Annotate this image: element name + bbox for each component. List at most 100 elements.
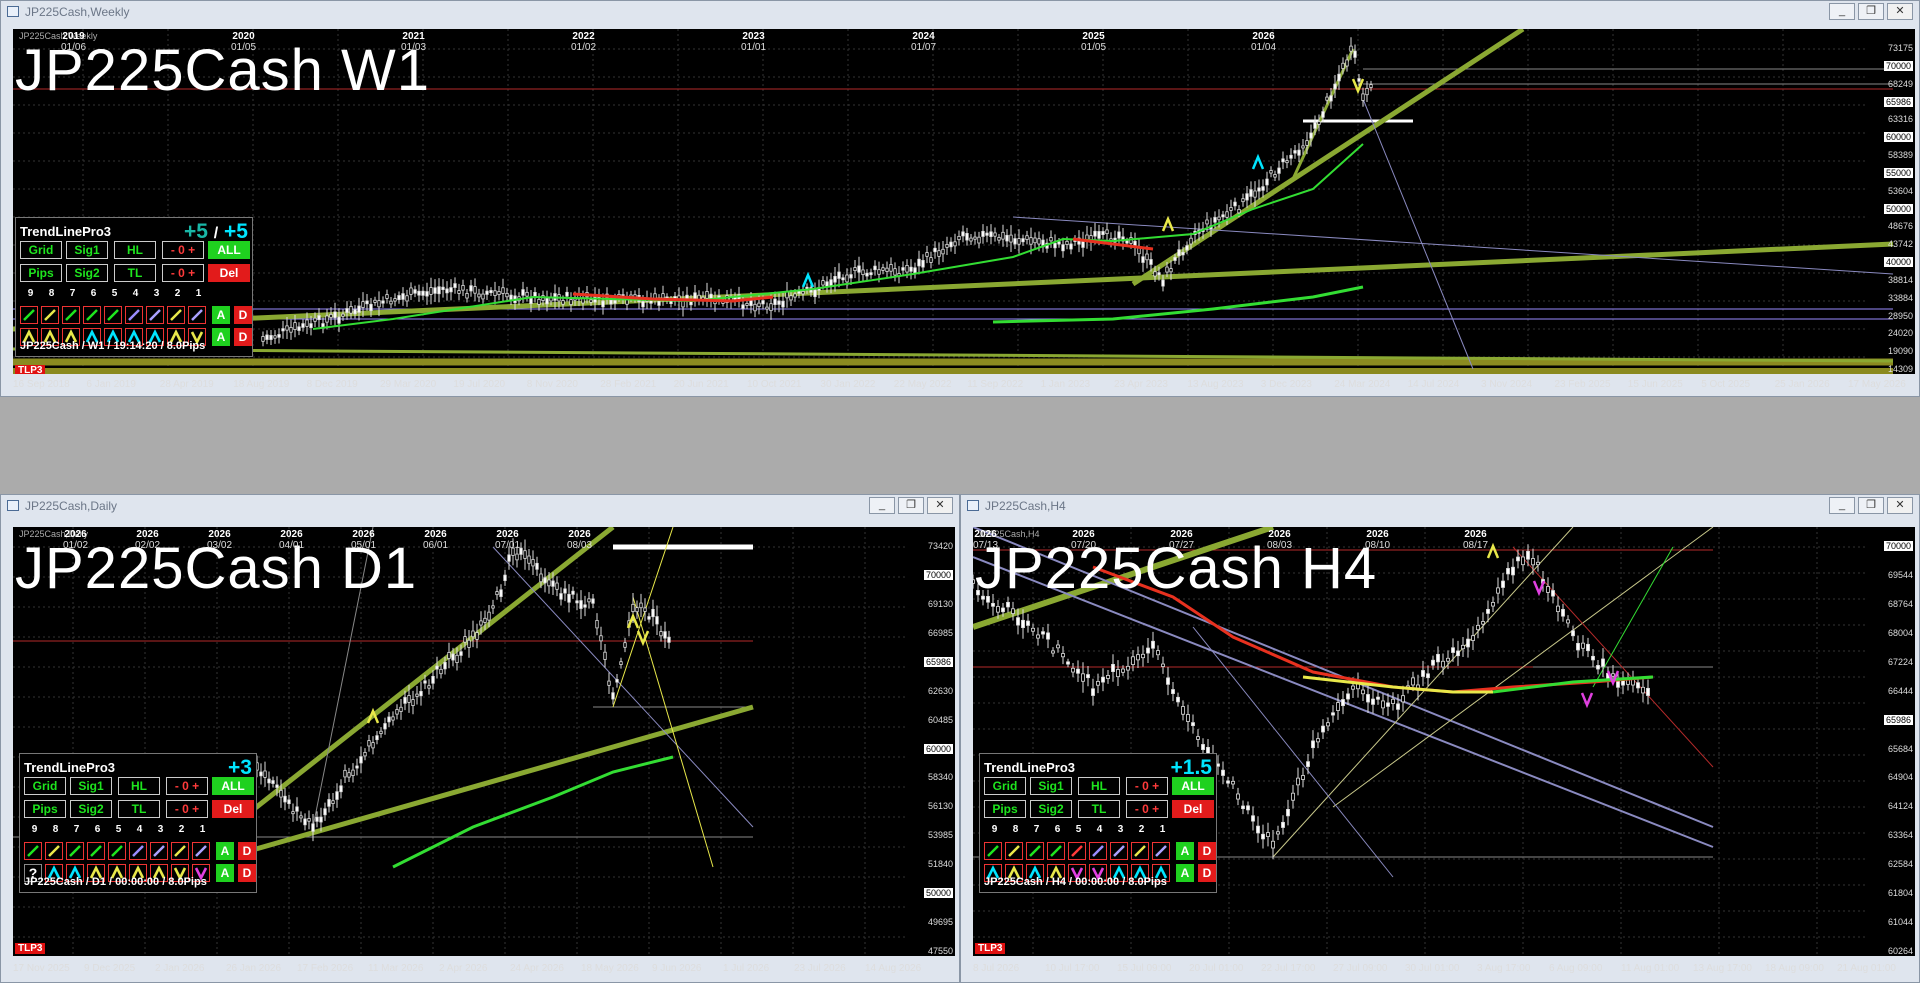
grid-button[interactable]: Grid bbox=[984, 777, 1026, 795]
minimize-button[interactable]: _ bbox=[869, 497, 895, 514]
candle-body bbox=[1351, 685, 1355, 690]
candle-body bbox=[1011, 608, 1015, 614]
trendline-slot-icon[interactable] bbox=[1110, 842, 1128, 860]
title-bar[interactable]: JP225Cash,Weekly _ ❐ ✕ bbox=[1, 1, 1919, 23]
restore-button[interactable]: ❐ bbox=[1858, 497, 1884, 514]
sig2-button[interactable]: Sig2 bbox=[1030, 800, 1072, 818]
apply-button[interactable]: A bbox=[216, 842, 234, 860]
trendline-slot-icon[interactable] bbox=[24, 842, 42, 860]
pips-button[interactable]: Pips bbox=[24, 800, 66, 818]
price-chart-h4[interactable]: JP225Cash,H4 JP225Cash H4 2026 07/13 2026 0… bbox=[973, 527, 1915, 956]
trendline-slot-icon[interactable] bbox=[1131, 842, 1149, 860]
del-button[interactable]: Del bbox=[1172, 800, 1214, 818]
daily-chart-window[interactable]: JP225Cash,Daily _ ❐ ✕ JP225Cash,Daily JP… bbox=[0, 494, 960, 983]
close-button[interactable]: ✕ bbox=[927, 497, 953, 514]
slot-numbers: 9 8 7 6 5 4 3 2 1 bbox=[24, 824, 214, 836]
grid-button[interactable]: Grid bbox=[20, 241, 62, 259]
zero-stepper-2[interactable]: - 0 + bbox=[1126, 800, 1168, 818]
trendline-slot-icon[interactable] bbox=[62, 306, 80, 324]
trendline-slot-icon[interactable] bbox=[87, 842, 105, 860]
tl-button[interactable]: TL bbox=[114, 264, 156, 282]
trendline-slot-icon[interactable] bbox=[104, 306, 122, 324]
sig1-button[interactable]: Sig1 bbox=[1030, 777, 1072, 795]
trendline-slot-icon[interactable] bbox=[1152, 842, 1170, 860]
del-button[interactable]: Del bbox=[212, 800, 254, 818]
weekly-chart-window[interactable]: JP225Cash,Weekly _ ❐ ✕ JP225Cash,Weekly … bbox=[0, 0, 1920, 397]
tl-button[interactable]: TL bbox=[1078, 800, 1120, 818]
trendline-slot-icon[interactable] bbox=[125, 306, 143, 324]
trendline-slot-icon[interactable] bbox=[1089, 842, 1107, 860]
minimize-button[interactable]: _ bbox=[1829, 497, 1855, 514]
candle-body bbox=[357, 305, 361, 313]
trendline-slot-icon[interactable] bbox=[45, 842, 63, 860]
trendline-slot-icon[interactable] bbox=[1068, 842, 1086, 860]
trendline-slot-icon[interactable] bbox=[171, 842, 189, 860]
candle-body bbox=[1271, 840, 1275, 849]
apply-button[interactable]: A bbox=[216, 864, 234, 882]
candle-body bbox=[869, 272, 873, 276]
sig1-button[interactable]: Sig1 bbox=[66, 241, 108, 259]
close-button[interactable]: ✕ bbox=[1887, 497, 1913, 514]
all-button[interactable]: ALL bbox=[1172, 777, 1214, 795]
trendline-slot-icon[interactable] bbox=[984, 842, 1002, 860]
del-button[interactable]: Del bbox=[208, 264, 250, 282]
hl-button[interactable]: HL bbox=[1078, 777, 1120, 795]
trendline-slot-icon[interactable] bbox=[108, 842, 126, 860]
trendline-slot-icon[interactable] bbox=[167, 306, 185, 324]
apply-button[interactable]: A bbox=[1176, 842, 1194, 860]
candle-body bbox=[765, 306, 769, 310]
all-button[interactable]: ALL bbox=[208, 241, 250, 259]
trendline-slot-icon[interactable] bbox=[1047, 842, 1065, 860]
zero-stepper-1[interactable]: - 0 + bbox=[162, 241, 204, 259]
trendline-slot-icon[interactable] bbox=[83, 306, 101, 324]
zero-stepper-2[interactable]: - 0 + bbox=[166, 800, 208, 818]
candle-body bbox=[1071, 667, 1075, 673]
trendline-slot-icon[interactable] bbox=[150, 842, 168, 860]
candle-body bbox=[893, 268, 897, 276]
price-chart-weekly[interactable]: JP225Cash,Weekly JP225Cash W1 2019 01/06 2… bbox=[13, 29, 1915, 374]
zero-stepper-1[interactable]: - 0 + bbox=[1126, 777, 1168, 795]
delete-slot-button[interactable]: D bbox=[238, 864, 256, 882]
close-button[interactable]: ✕ bbox=[1887, 3, 1913, 20]
trendline-slot-icon[interactable] bbox=[1026, 842, 1044, 860]
pips-button[interactable]: Pips bbox=[20, 264, 62, 282]
trendline-slot-icon[interactable] bbox=[192, 842, 210, 860]
price-chart-daily[interactable]: JP225Cash,Daily JP225Cash D1 2026 01/02 20… bbox=[13, 527, 955, 956]
delete-slot-button[interactable]: D bbox=[234, 328, 252, 346]
sig1-button[interactable]: Sig1 bbox=[70, 777, 112, 795]
hl-button[interactable]: HL bbox=[114, 241, 156, 259]
trendline-slot-icon[interactable] bbox=[146, 306, 164, 324]
pips-button[interactable]: Pips bbox=[984, 800, 1026, 818]
zero-stepper-2[interactable]: - 0 + bbox=[162, 264, 204, 282]
h4-chart-window[interactable]: JP225Cash,H4 _ ❐ ✕ JP225Cash,H4 JP225Cas… bbox=[960, 494, 1920, 983]
restore-button[interactable]: ❐ bbox=[898, 497, 924, 514]
delete-slot-button[interactable]: D bbox=[1198, 842, 1216, 860]
candle-body bbox=[1641, 686, 1645, 694]
grid-button[interactable]: Grid bbox=[24, 777, 66, 795]
delete-slot-button[interactable]: D bbox=[234, 306, 252, 324]
trendline-slot-icon[interactable] bbox=[41, 306, 59, 324]
title-bar[interactable]: JP225Cash,Daily _ ❐ ✕ bbox=[1, 495, 959, 517]
trendline-slot-icon[interactable] bbox=[66, 842, 84, 860]
sig2-button[interactable]: Sig2 bbox=[70, 800, 112, 818]
restore-button[interactable]: ❐ bbox=[1858, 3, 1884, 20]
hl-button[interactable]: HL bbox=[118, 777, 160, 795]
all-button[interactable]: ALL bbox=[212, 777, 254, 795]
apply-button[interactable]: A bbox=[1176, 864, 1194, 882]
sig2-button[interactable]: Sig2 bbox=[66, 264, 108, 282]
minimize-button[interactable]: _ bbox=[1829, 3, 1855, 20]
apply-button[interactable]: A bbox=[212, 306, 230, 324]
apply-button[interactable]: A bbox=[212, 328, 230, 346]
title-bar[interactable]: JP225Cash,H4 _ ❐ ✕ bbox=[961, 495, 1919, 517]
delete-slot-button[interactable]: D bbox=[1198, 864, 1216, 882]
trendline-slot-icon[interactable] bbox=[188, 306, 206, 324]
trendline-slot-icon[interactable] bbox=[129, 842, 147, 860]
time-axis-label: 6 Aug 09:00 bbox=[1549, 963, 1603, 974]
candle-body bbox=[477, 293, 481, 298]
trendline-slot-icon[interactable] bbox=[20, 306, 38, 324]
time-axis-label: 20 Jul 01:00 bbox=[1189, 963, 1244, 974]
trendline-slot-icon[interactable] bbox=[1005, 842, 1023, 860]
zero-stepper-1[interactable]: - 0 + bbox=[166, 777, 208, 795]
tl-button[interactable]: TL bbox=[118, 800, 160, 818]
delete-slot-button[interactable]: D bbox=[238, 842, 256, 860]
